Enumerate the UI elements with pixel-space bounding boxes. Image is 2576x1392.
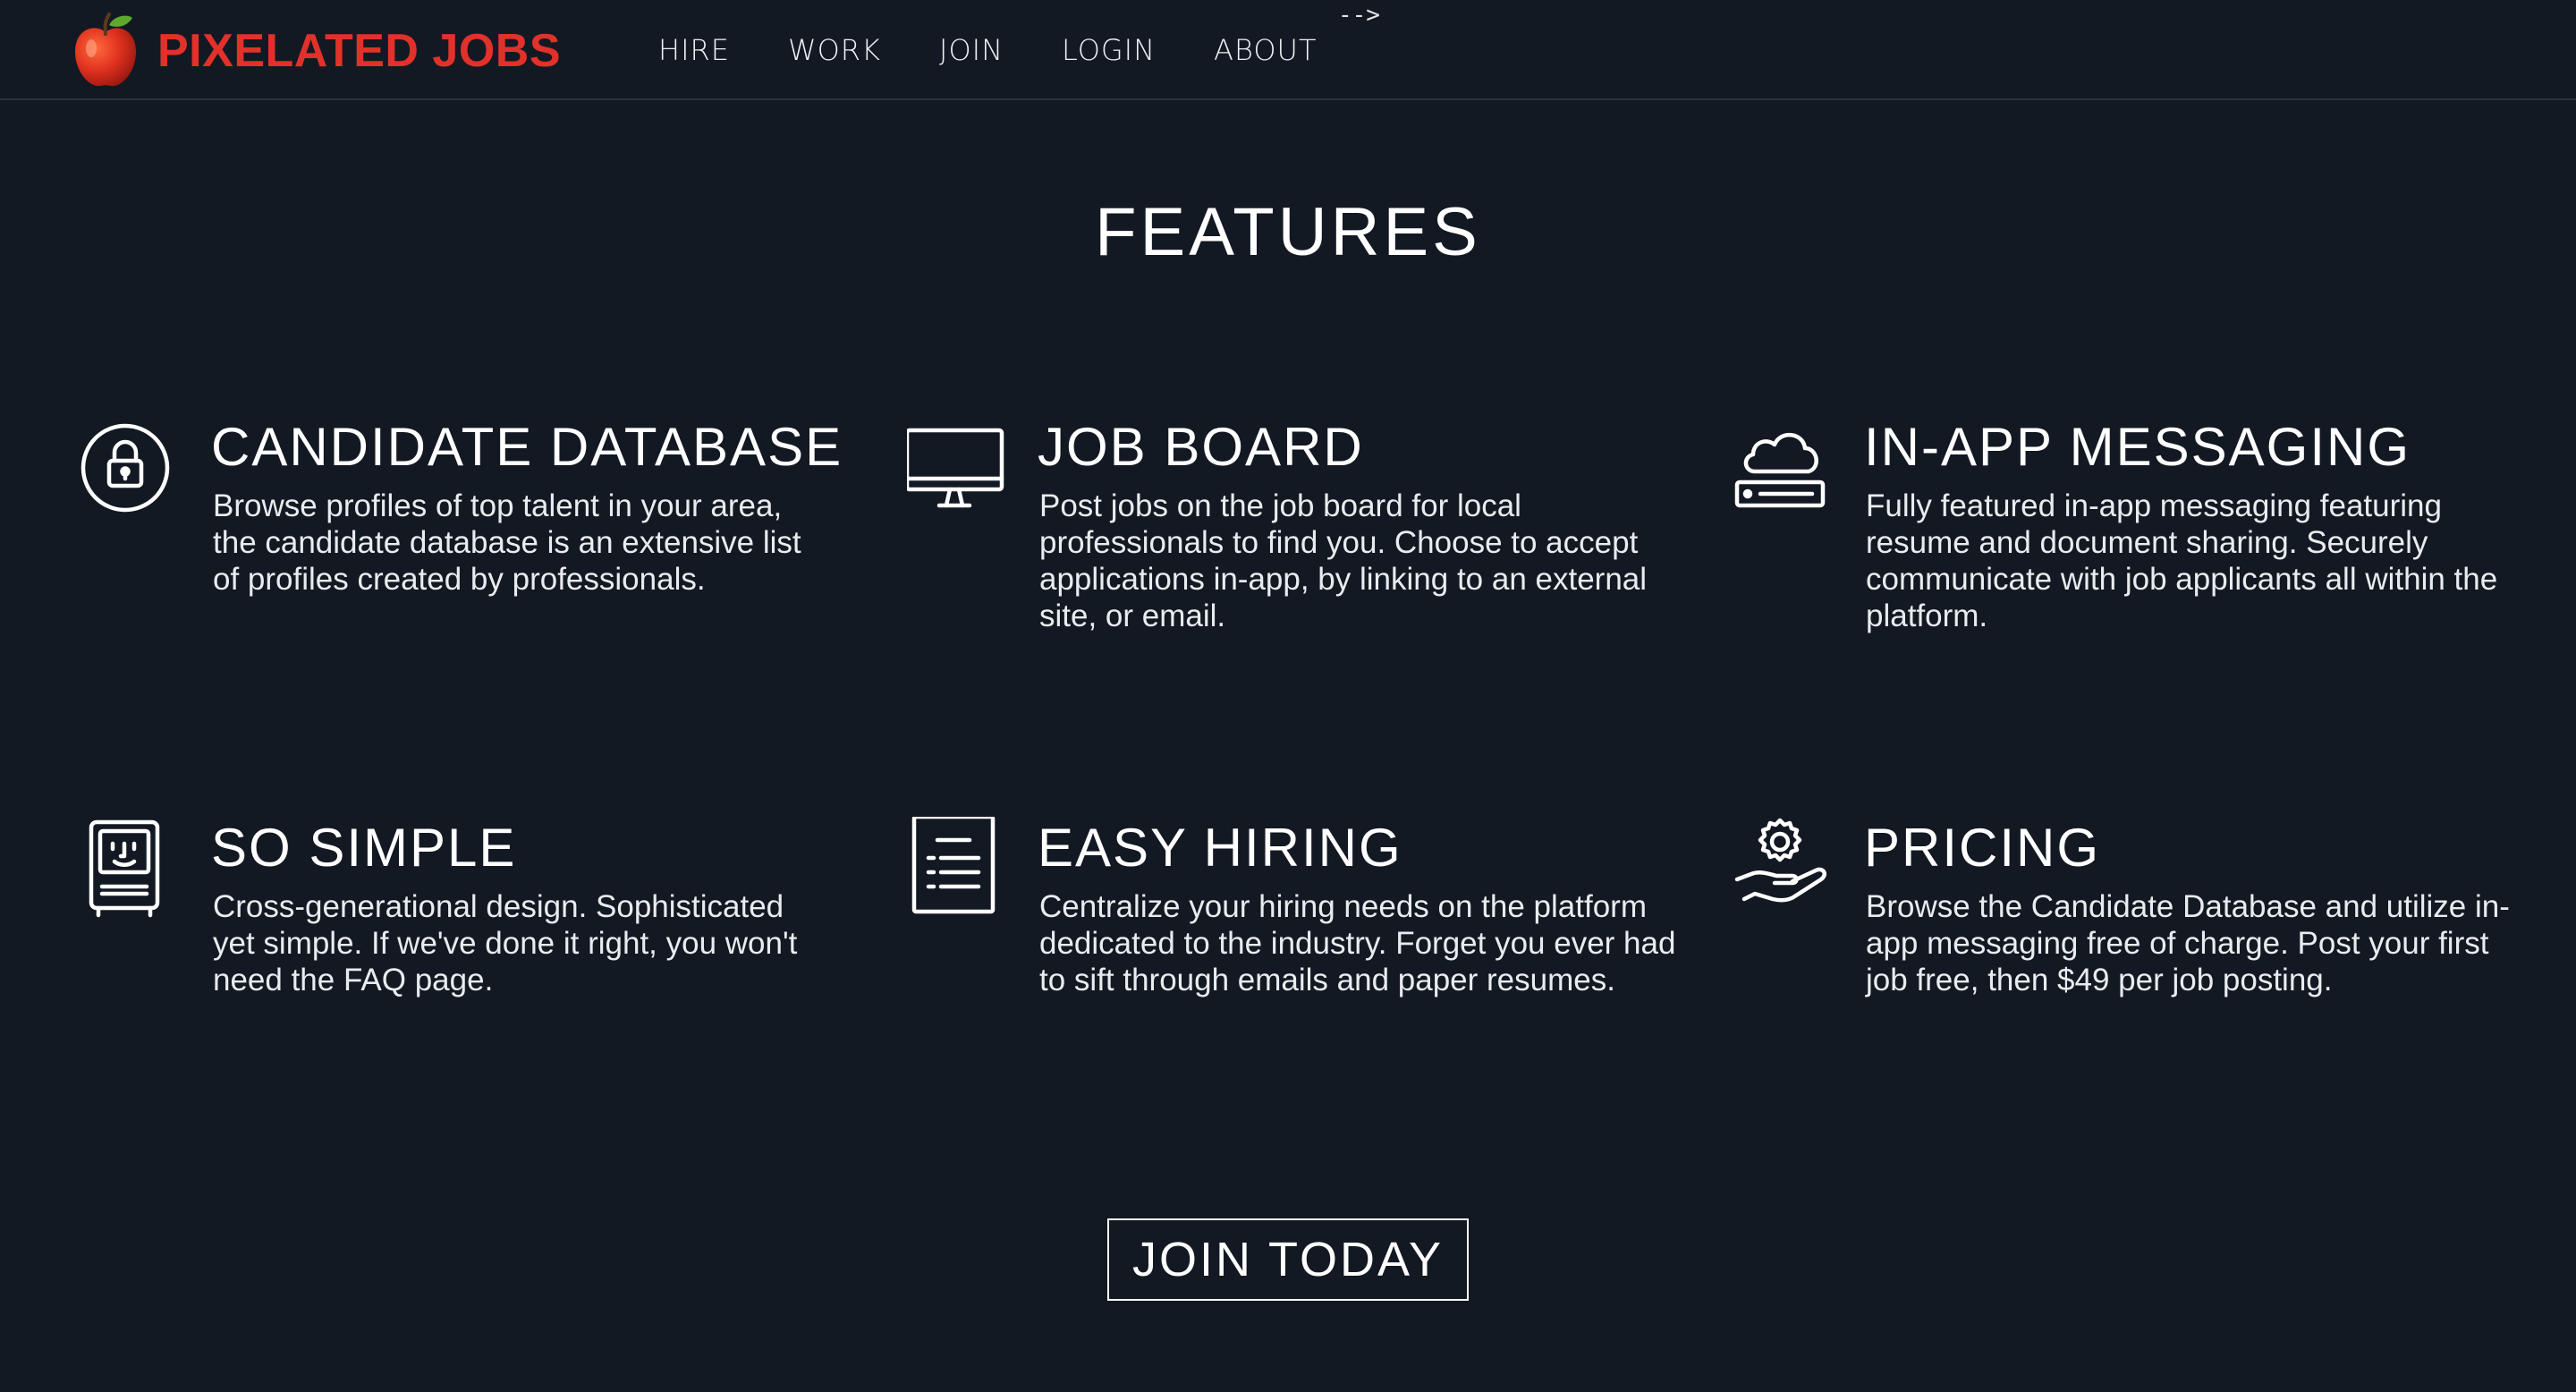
join-today-button[interactable]: JOIN TODAY: [1107, 1218, 1469, 1301]
classic-computer-icon: [80, 817, 188, 924]
feature-title: CANDIDATE DATABASE: [211, 417, 843, 477]
nav-item-login[interactable]: LOGIN: [1062, 30, 1156, 70]
nav-item-work[interactable]: WORK: [788, 30, 881, 70]
feature-title: EASY HIRING: [1038, 818, 1402, 878]
feature-title: SO SIMPLE: [211, 818, 517, 878]
feature-description: Centralize your hiring needs on the plat…: [1039, 889, 1676, 997]
feature-description: Browse profiles of top talent in your ar…: [213, 488, 801, 597]
document-list-icon: [907, 817, 1014, 924]
feature-description: Fully featured in-app messaging featurin…: [1866, 488, 2498, 633]
gear-hand-icon: [1733, 817, 1841, 924]
feature-title: IN-APP MESSAGING: [1864, 417, 2411, 477]
brand-name: PIXELATED JOBS: [157, 25, 562, 77]
feature-title: JOB BOARD: [1038, 417, 1364, 477]
lock-icon: [80, 416, 188, 523]
feature-description: Browse the Candidate Database and utiliz…: [1866, 889, 2510, 997]
feature-title: PRICING: [1864, 818, 2101, 878]
feature-description: Cross-generational design. Sophisticated…: [213, 889, 798, 997]
section-title: FEATURES: [1095, 194, 1481, 270]
feature-description: Post jobs on the job board for local pro…: [1039, 488, 1648, 633]
cloud-server-icon: [1733, 416, 1841, 523]
apple-icon: [70, 13, 141, 89]
site-header: PIXELATED JOBS HIRE WORK JOIN LOGIN ABOU…: [0, 0, 2576, 100]
nav-item-join[interactable]: JOIN: [939, 30, 1004, 70]
nav-item-about[interactable]: ABOUT: [1214, 30, 1317, 70]
brand-logo-link[interactable]: PIXELATED JOBS: [70, 13, 561, 89]
main-nav: HIRE WORK JOIN LOGIN ABOUT: [658, 30, 1375, 70]
stray-comment-text: -->: [1338, 2, 1380, 29]
monitor-icon: [907, 416, 1014, 523]
nav-item-hire[interactable]: HIRE: [658, 30, 730, 70]
